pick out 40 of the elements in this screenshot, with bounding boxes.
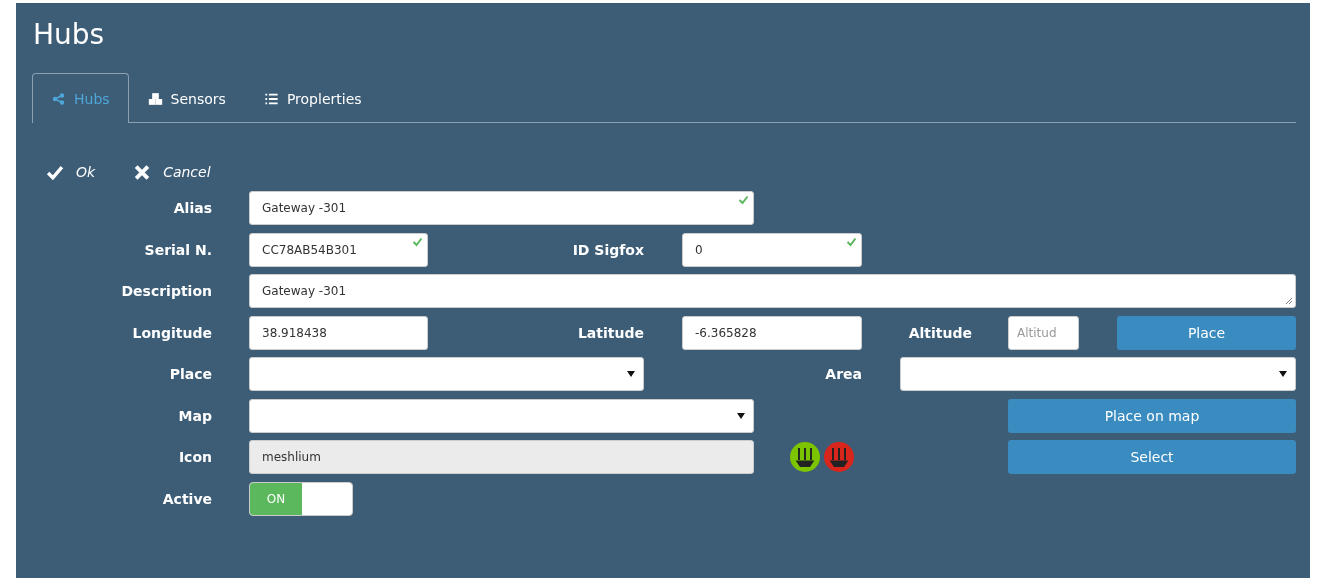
place-button[interactable]: Place: [1117, 315, 1296, 350]
field-label: Serial N.: [143, 240, 212, 260]
caret-icon: [737, 412, 745, 419]
page-title: Hubs: [33, 17, 106, 53]
longitude-field[interactable]: 38.918438: [249, 315, 428, 350]
check-icon: [46, 163, 64, 181]
tab[interactable]: Sensors: [128, 73, 245, 123]
list-icon: [263, 91, 279, 106]
field-label: Description: [120, 282, 212, 301]
field-label: Area: [824, 365, 862, 384]
alias-field[interactable]: Gateway -301: [249, 191, 754, 225]
cancel-button[interactable]: Cancel: [131, 157, 213, 187]
router-icon[interactable]: [790, 442, 820, 472]
field-label: Altitude: [907, 323, 973, 343]
sigfox-field[interactable]: 0: [682, 232, 862, 267]
icon-field: meshlium: [249, 440, 754, 474]
field-label: Map: [177, 406, 212, 426]
field-label: Longitude: [131, 323, 212, 343]
description-field[interactable]: Gateway -301: [249, 274, 1296, 308]
field-label: Latitude: [576, 323, 644, 343]
serial-field[interactable]: CC78AB54B301: [249, 232, 428, 267]
place-on-map-button[interactable]: Place on map: [1008, 398, 1296, 433]
close-icon: [133, 163, 152, 181]
caret-icon: [1279, 371, 1287, 377]
resize-grip-icon[interactable]: [1285, 297, 1293, 305]
field-label: Active: [161, 489, 212, 509]
tab[interactable]: Proplerties: [244, 73, 381, 123]
ok-button[interactable]: Ok: [44, 157, 98, 187]
field-label: Place: [168, 365, 212, 384]
altitude-field[interactable]: Altitud: [1008, 315, 1079, 350]
cubes-icon: [147, 91, 163, 106]
share-icon: [51, 91, 66, 106]
router-icon[interactable]: [824, 442, 854, 472]
field-label: Alias: [172, 199, 212, 218]
field-label: Icon: [177, 448, 212, 467]
caret-icon: [627, 371, 635, 377]
field-label: ID Sigfox: [571, 240, 644, 260]
latitude-field[interactable]: -6.365828: [682, 315, 862, 350]
map-dropdown[interactable]: [249, 398, 754, 433]
select-button[interactable]: Select: [1008, 440, 1296, 474]
